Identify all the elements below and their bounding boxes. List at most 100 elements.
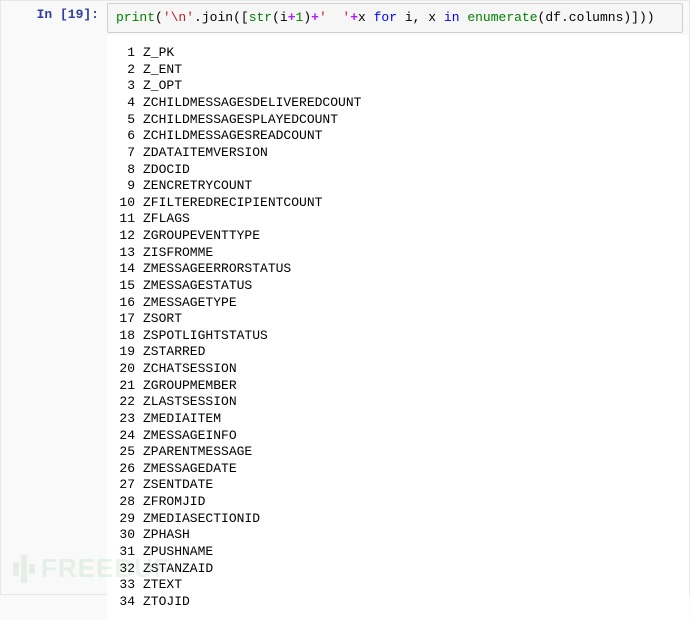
output-line-value: ZTOJID bbox=[143, 594, 190, 611]
output-line-number: 6 bbox=[115, 128, 143, 145]
output-line-value: ZMESSAGEINFO bbox=[143, 428, 237, 445]
code-token: print bbox=[116, 10, 155, 25]
output-line: 6ZCHILDMESSAGESREADCOUNT bbox=[115, 128, 681, 145]
output-line: 1Z_PK bbox=[115, 45, 681, 62]
output-line-value: ZENCRETRYCOUNT bbox=[143, 178, 252, 195]
code-token: ( bbox=[272, 10, 280, 25]
code-token: ( bbox=[155, 10, 163, 25]
code-input[interactable]: print('\n'.join([str(i+1)+' '+x for i, x… bbox=[107, 3, 683, 33]
output-line: 22ZLASTSESSION bbox=[115, 394, 681, 411]
output-line-value: ZDOCID bbox=[143, 162, 190, 179]
output-line-value: Z_PK bbox=[143, 45, 174, 62]
output-line-value: ZCHILDMESSAGESDELIVEREDCOUNT bbox=[143, 95, 361, 112]
output-line-value: ZCHILDMESSAGESREADCOUNT bbox=[143, 128, 322, 145]
output-line-value: ZSORT bbox=[143, 311, 182, 328]
output-line-number: 7 bbox=[115, 145, 143, 162]
code-token bbox=[397, 10, 405, 25]
watermark-text: FREEBUF bbox=[41, 553, 171, 584]
output-line: 29ZMEDIASECTIONID bbox=[115, 511, 681, 528]
output-line-number: 26 bbox=[115, 461, 143, 478]
output-line-value: ZCHILDMESSAGESPLAYEDCOUNT bbox=[143, 112, 338, 129]
code-token: join bbox=[202, 10, 233, 25]
code-token: str bbox=[249, 10, 272, 25]
output-line: 8ZDOCID bbox=[115, 162, 681, 179]
output-line-number: 21 bbox=[115, 378, 143, 395]
output-line-number: 29 bbox=[115, 511, 143, 528]
output-line-number: 25 bbox=[115, 444, 143, 461]
code-token: . bbox=[194, 10, 202, 25]
output-line-value: ZLASTSESSION bbox=[143, 394, 237, 411]
output-line-number: 23 bbox=[115, 411, 143, 428]
output-line-value: ZFILTEREDRECIPIENTCOUNT bbox=[143, 195, 322, 212]
output-line-value: ZSENTDATE bbox=[143, 477, 213, 494]
code-token: x bbox=[358, 10, 366, 25]
code-token: for bbox=[374, 10, 397, 25]
input-prompt: In [19]: bbox=[1, 1, 107, 35]
output-line: 9ZENCRETRYCOUNT bbox=[115, 178, 681, 195]
output-line: 26ZMESSAGEDATE bbox=[115, 461, 681, 478]
output-line-number: 24 bbox=[115, 428, 143, 445]
output-line: 13ZISFROMME bbox=[115, 245, 681, 262]
output-line: 3Z_OPT bbox=[115, 78, 681, 95]
output-line-number: 1 bbox=[115, 45, 143, 62]
watermark-bar-icon bbox=[29, 564, 35, 574]
output-line: 15ZMESSAGESTATUS bbox=[115, 278, 681, 295]
code-token: ([ bbox=[233, 10, 249, 25]
code-token: i bbox=[405, 10, 413, 25]
code-token: + bbox=[311, 10, 319, 25]
code-token: , bbox=[413, 10, 429, 25]
output-line: 12ZGROUPEVENTTYPE bbox=[115, 228, 681, 245]
output-line: 19ZSTARRED bbox=[115, 344, 681, 361]
output-line: 17ZSORT bbox=[115, 311, 681, 328]
output-line-number: 19 bbox=[115, 344, 143, 361]
output-line-number: 8 bbox=[115, 162, 143, 179]
output-line-value: Z_OPT bbox=[143, 78, 182, 95]
output-line: 10ZFILTEREDRECIPIENTCOUNT bbox=[115, 195, 681, 212]
output-line: 18ZSPOTLIGHTSTATUS bbox=[115, 328, 681, 345]
output-prompt bbox=[1, 35, 107, 620]
output-line-value: ZGROUPMEMBER bbox=[143, 378, 237, 395]
input-cell: In [19]: print('\n'.join([str(i+1)+' '+x… bbox=[1, 1, 689, 35]
code-token: df bbox=[545, 10, 561, 25]
output-line-value: ZPHASH bbox=[143, 527, 190, 544]
output-line-number: 15 bbox=[115, 278, 143, 295]
output-line: 21ZGROUPMEMBER bbox=[115, 378, 681, 395]
output-line-value: ZISFROMME bbox=[143, 245, 213, 262]
output-line-value: ZMESSAGEERRORSTATUS bbox=[143, 261, 291, 278]
output-line-value: ZDATAITEMVERSION bbox=[143, 145, 268, 162]
output-line-value: ZFROMJID bbox=[143, 494, 205, 511]
output-line-number: 9 bbox=[115, 178, 143, 195]
output-line-number: 18 bbox=[115, 328, 143, 345]
output-line-number: 3 bbox=[115, 78, 143, 95]
output-line: 31ZPUSHNAME bbox=[115, 544, 681, 561]
output-line-value: ZMESSAGEDATE bbox=[143, 461, 237, 478]
output-line-value: ZMESSAGESTATUS bbox=[143, 278, 252, 295]
output-line: 2Z_ENT bbox=[115, 62, 681, 79]
code-token: + bbox=[288, 10, 296, 25]
output-line-number: 5 bbox=[115, 112, 143, 129]
output-line: 4ZCHILDMESSAGESDELIVEREDCOUNT bbox=[115, 95, 681, 112]
output-line: 34ZTOJID bbox=[115, 594, 681, 611]
output-line: 24ZMESSAGEINFO bbox=[115, 428, 681, 445]
code-token: i bbox=[280, 10, 288, 25]
output-body: 1Z_PK2Z_ENT3Z_OPT4ZCHILDMESSAGESDELIVERE… bbox=[107, 35, 689, 620]
output-line: 25ZPARENTMESSAGE bbox=[115, 444, 681, 461]
output-line: 14ZMESSAGEERRORSTATUS bbox=[115, 261, 681, 278]
watermark-bar-icon bbox=[13, 562, 19, 576]
output-cell: 1Z_PK2Z_ENT3Z_OPT4ZCHILDMESSAGESDELIVERE… bbox=[1, 35, 689, 620]
output-line: 7ZDATAITEMVERSION bbox=[115, 145, 681, 162]
output-line-number: 2 bbox=[115, 62, 143, 79]
output-line-number: 13 bbox=[115, 245, 143, 262]
output-line: 23ZMEDIAITEM bbox=[115, 411, 681, 428]
output-line-value: ZSTARRED bbox=[143, 344, 205, 361]
output-line: 16ZMESSAGETYPE bbox=[115, 295, 681, 312]
output-line-number: 16 bbox=[115, 295, 143, 312]
output-line-number: 11 bbox=[115, 211, 143, 228]
code-token: enumerate bbox=[467, 10, 537, 25]
output-line-number: 20 bbox=[115, 361, 143, 378]
code-token bbox=[436, 10, 444, 25]
code-token: )])) bbox=[623, 10, 654, 25]
code-token: '\n' bbox=[163, 10, 194, 25]
output-line-value: ZGROUPEVENTTYPE bbox=[143, 228, 260, 245]
output-line: 27ZSENTDATE bbox=[115, 477, 681, 494]
